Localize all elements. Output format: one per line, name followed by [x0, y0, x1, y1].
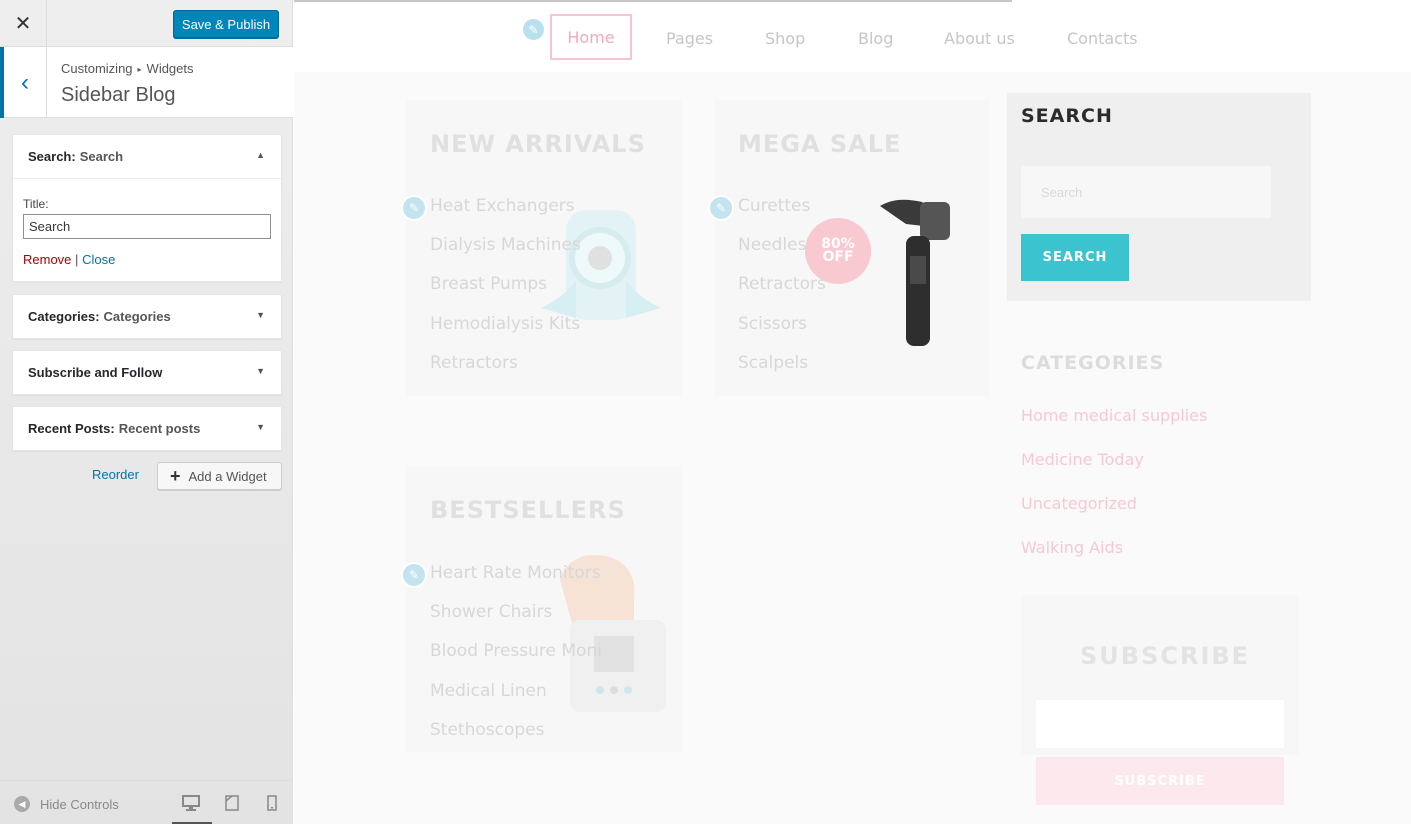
widget-subscribe-follow[interactable]: Subscribe and Follow ▼ [12, 350, 282, 395]
customizer-footer: ◀ Hide Controls [0, 780, 293, 824]
widget-header[interactable]: Recent Posts: Recent posts ▼ [13, 407, 281, 450]
list-item[interactable]: Scissors [738, 314, 807, 334]
nav-pages[interactable]: Pages [666, 29, 713, 48]
list-item[interactable]: Blood Pressure Moni [430, 641, 602, 661]
nav-blog[interactable]: Blog [858, 29, 893, 48]
customizer-panel: ✕ Save & Publish ‹ Customizing ▸ Widgets S… [0, 0, 293, 824]
widget-name: Recent Posts: [28, 421, 115, 436]
list-item[interactable]: Hemodialysis Kits [430, 314, 580, 334]
action-separator: | [75, 252, 79, 267]
breadcrumb-separator-icon: ▸ [137, 65, 142, 75]
add-widget-button[interactable]: + Add a Widget [157, 462, 282, 490]
list-item[interactable]: Scalpels [738, 353, 808, 373]
search-widget-title: SEARCH [1021, 105, 1113, 127]
desktop-preview-icon[interactable] [172, 795, 212, 824]
new-arrivals-title: NEW ARRIVALS [430, 130, 646, 158]
expand-arrow-icon[interactable]: ▼ [256, 366, 265, 376]
reorder-link[interactable]: Reorder [92, 467, 139, 482]
widget-header[interactable]: Categories: Categories ▼ [13, 295, 281, 338]
widget-categories[interactable]: Categories: Categories ▼ [12, 294, 282, 339]
nav-shop[interactable]: Shop [765, 29, 805, 48]
edit-pencil-icon[interactable]: ✎ [521, 17, 546, 42]
customizer-header: ✕ Save & Publish [0, 0, 293, 47]
list-item[interactable]: Needles [738, 235, 806, 255]
widget-name: Search: [28, 149, 76, 164]
list-item[interactable]: Heat Exchangers [430, 196, 575, 216]
hide-controls-button[interactable]: ◀ Hide Controls [14, 796, 119, 812]
widget-actions: Remove | Close [23, 252, 271, 267]
edit-pencil-icon[interactable]: ✎ [401, 562, 427, 588]
tablet-preview-icon[interactable] [224, 795, 242, 811]
widget-subtitle: Recent posts [118, 421, 201, 436]
widget-name: Subscribe and Follow [28, 365, 163, 380]
expand-arrow-icon[interactable]: ▼ [256, 422, 265, 432]
search-input[interactable]: Search [1021, 166, 1271, 218]
mobile-preview-icon[interactable] [266, 795, 284, 811]
list-item[interactable]: Curettes [738, 196, 810, 216]
widget-subtitle: Categories [103, 309, 171, 324]
category-link[interactable]: Walking Aids [1021, 538, 1123, 557]
close-link[interactable]: Close [82, 252, 115, 267]
nav-contacts[interactable]: Contacts [1067, 29, 1138, 48]
save-publish-button[interactable]: Save & Publish [173, 10, 279, 38]
list-item[interactable]: Stethoscopes [430, 720, 544, 740]
loading-bar [294, 0, 1012, 2]
edit-pencil-icon[interactable]: ✎ [708, 195, 734, 221]
section-title-bar: ‹ Customizing ▸ Widgets Sidebar Blog [0, 47, 293, 118]
collapse-circle-icon: ◀ [14, 796, 30, 812]
title-field[interactable] [23, 214, 271, 239]
list-item[interactable]: Medical Linen [430, 681, 547, 701]
otoscope-image [880, 199, 950, 346]
widget-name: Categories: [28, 309, 100, 324]
search-widget: SEARCH Search SEARCH [1007, 93, 1311, 301]
subscribe-email-field[interactable] [1036, 700, 1284, 748]
category-link[interactable]: Home medical supplies [1021, 406, 1207, 425]
widget-header[interactable]: Search: Search ▲ [13, 135, 281, 178]
site-preview: ✎ Home Pages Shop Blog About us Contacts… [294, 0, 1411, 824]
subscribe-title: SUBSCRIBE [1080, 642, 1251, 670]
category-link[interactable]: Medicine Today [1021, 450, 1144, 469]
search-button[interactable]: SEARCH [1021, 234, 1129, 281]
title-label: Title: [23, 197, 49, 211]
list-item[interactable]: Heart Rate Monitors [430, 563, 601, 583]
nav-about-us[interactable]: About us [944, 29, 1015, 48]
expand-arrow-icon[interactable]: ▼ [256, 310, 265, 320]
site-header: ✎ Home Pages Shop Blog About us Contacts [294, 0, 1411, 72]
mega-sale-title: MEGA SALE [738, 130, 902, 158]
categories-title: CATEGORIES [1021, 352, 1165, 374]
widget-search: Search: Search ▲ Title: Remove | Close [12, 134, 282, 282]
list-item[interactable]: Dialysis Machines [430, 235, 581, 255]
bestsellers-title: BESTSELLERS [430, 496, 626, 524]
close-icon[interactable]: ✕ [0, 0, 47, 47]
list-item[interactable]: Breast Pumps [430, 274, 547, 294]
widget-subtitle: Search [79, 149, 124, 164]
remove-link[interactable]: Remove [23, 252, 71, 267]
plus-icon: + [170, 465, 181, 486]
widget-header[interactable]: Subscribe and Follow ▼ [13, 351, 281, 394]
hide-controls-label: Hide Controls [40, 796, 119, 812]
section-title: Sidebar Blog [61, 84, 176, 106]
subscribe-button[interactable]: SUBSCRIBE [1036, 757, 1284, 805]
widget-form: Title: Remove | Close [13, 178, 281, 281]
list-item[interactable]: Retractors [430, 353, 518, 373]
list-item[interactable]: Retractors [738, 274, 826, 294]
list-item[interactable]: Shower Chairs [430, 602, 552, 622]
badge-off: OFF [822, 249, 854, 265]
breadcrumb-root: Customizing [61, 61, 133, 76]
back-chevron-icon[interactable]: ‹ [0, 47, 47, 118]
breadcrumb: Customizing ▸ Widgets [61, 61, 194, 76]
widget-recent-posts[interactable]: Recent Posts: Recent posts ▼ [12, 406, 282, 451]
nav-home[interactable]: Home [550, 14, 632, 60]
add-widget-label: Add a Widget [188, 468, 267, 484]
category-link[interactable]: Uncategorized [1021, 494, 1137, 513]
collapse-arrow-icon[interactable]: ▲ [256, 150, 265, 160]
breadcrumb-child: Widgets [146, 61, 194, 76]
edit-pencil-icon[interactable]: ✎ [401, 195, 427, 221]
